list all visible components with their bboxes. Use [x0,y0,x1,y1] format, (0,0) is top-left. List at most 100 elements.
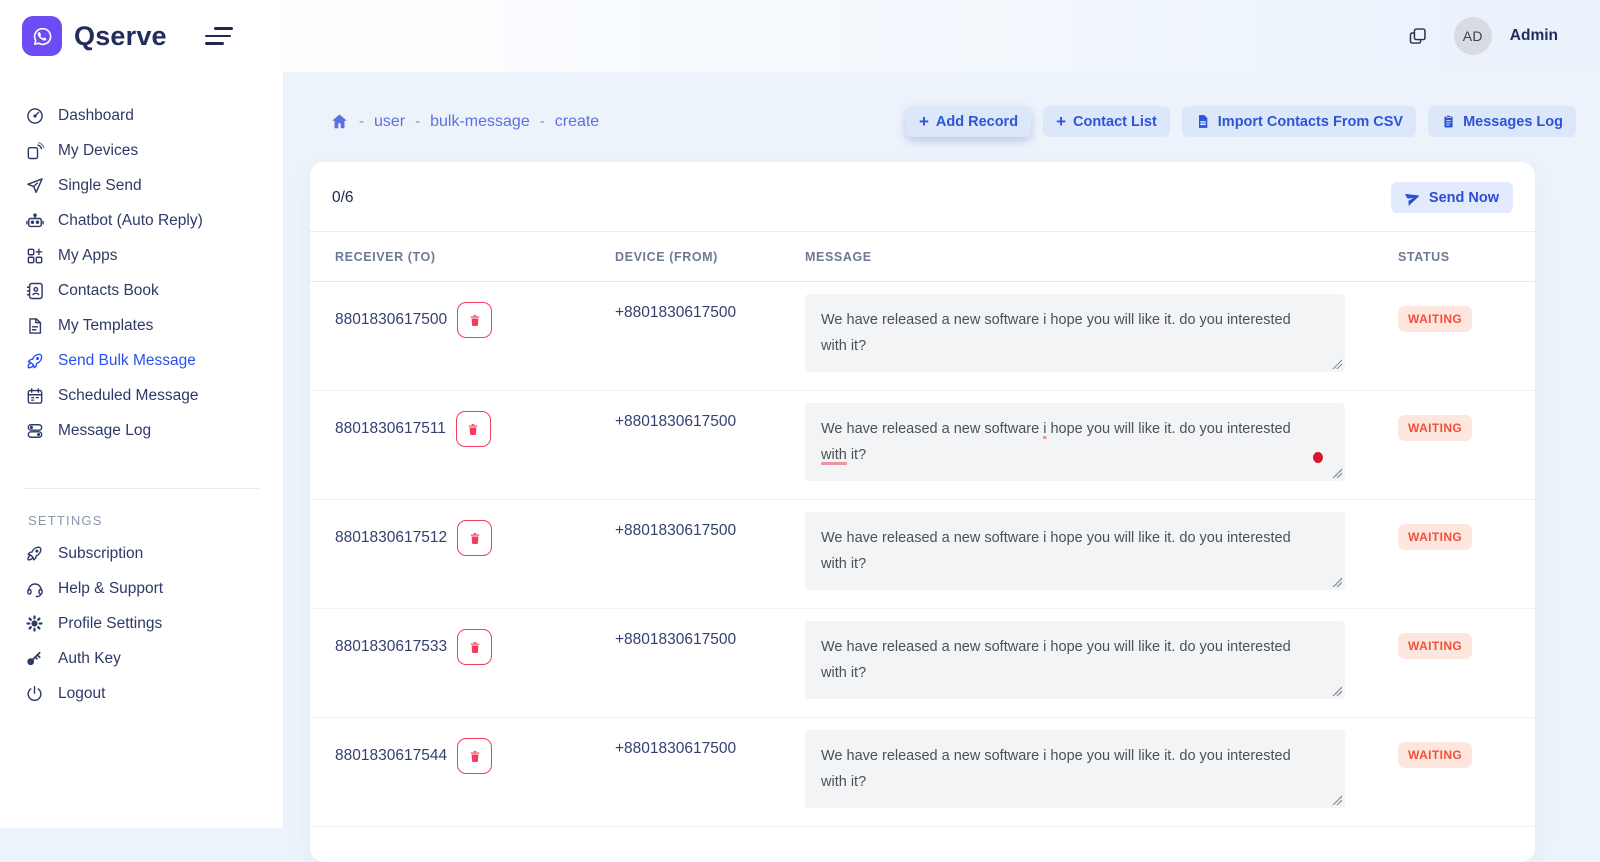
sidebar-item-profile-settings[interactable]: Profile Settings [0,606,283,641]
receiver-number: 8801830617500 [335,311,447,329]
delete-row-button[interactable] [457,520,492,556]
messages-log-label: Messages Log [1463,114,1563,130]
status-badge: WAITING [1398,524,1472,550]
delete-row-button[interactable] [456,411,491,447]
sidebar-item-my-devices[interactable]: My Devices [0,133,283,168]
sidebar-item-logout[interactable]: Logout [0,676,283,711]
home-icon[interactable] [330,112,349,131]
receiver-number: 8801830617511 [335,420,446,438]
sidebar-item-label: Chatbot (Auto Reply) [58,212,203,230]
device-number: +8801830617500 [615,728,805,808]
message-textarea[interactable]: We have released a new software i hope y… [805,730,1345,808]
message-textarea[interactable]: We have released a new software i hope y… [805,294,1345,372]
sidebar-item-label: Dashboard [58,107,134,125]
template-file-icon [24,315,45,336]
add-record-label: Add Record [936,114,1018,130]
power-icon [24,683,45,704]
sidebar-item-chatbot[interactable]: Chatbot (Auto Reply) [0,203,283,238]
sidebar-toggle-icon[interactable] [205,27,233,45]
table-body: 8801830617500 +8801830617500 We have rel… [310,282,1535,827]
message-textarea[interactable]: We have released a new software i hope y… [805,621,1345,699]
sidebar-item-label: Contacts Book [58,282,159,300]
sidebar-item-label: Profile Settings [58,615,162,633]
messages-log-button[interactable]: Messages Log [1428,106,1576,137]
calendar-icon [24,385,45,406]
breadcrumb-separator: - [540,113,545,130]
brand-name: Qserve [74,21,167,52]
sidebar-item-dashboard[interactable]: Dashboard [0,98,283,133]
breadcrumb-item-create[interactable]: create [555,113,599,131]
robot-icon [24,210,45,231]
sidebar-item-single-send[interactable]: Single Send [0,168,283,203]
device-number: +8801830617500 [615,401,805,481]
plus-icon: + [919,113,929,130]
sidebar-item-label: Logout [58,685,105,703]
user-name[interactable]: Admin [1510,27,1558,45]
sidebar-item-my-apps[interactable]: My Apps [0,238,283,273]
sidebar-item-send-bulk-message[interactable]: Send Bulk Message [0,343,283,378]
send-now-label: Send Now [1429,190,1499,206]
status-badge: WAITING [1398,306,1472,332]
svg-text:CSV: CSV [1200,121,1207,125]
sidebar-item-scheduled-message[interactable]: Scheduled Message [0,378,283,413]
breadcrumb-separator: - [415,113,420,130]
settings-section-label: SETTINGS [28,513,283,528]
breadcrumb-item-user[interactable]: user [374,113,405,131]
whatsapp-logo-icon [22,16,62,56]
device-number: +8801830617500 [615,510,805,590]
csv-file-icon: CSV [1195,113,1211,130]
delete-row-button[interactable] [457,302,492,338]
send-now-button[interactable]: Send Now [1391,182,1513,213]
fullscreen-windows-icon[interactable] [1407,26,1428,47]
message-textarea[interactable]: We have released a new software i hope y… [805,512,1345,590]
bulk-message-card: 0/6 Send Now RECEIVER (TO) DEVICE (FROM)… [310,162,1535,862]
table-row: 8801830617512 +8801830617500 We have rel… [310,500,1535,609]
delete-row-button[interactable] [457,738,492,774]
import-contacts-label: Import Contacts From CSV [1218,114,1403,130]
gear-icon [24,613,45,634]
contact-list-button[interactable]: + Contact List [1043,106,1170,137]
sidebar-item-contacts-book[interactable]: Contacts Book [0,273,283,308]
apps-grid-plus-icon [24,245,45,266]
main-content: - user - bulk-message - create + Add Rec… [283,72,1600,828]
headset-icon [24,578,45,599]
breadcrumb: - user - bulk-message - create [330,112,599,131]
trash-icon [468,531,482,546]
col-header-status: STATUS [1396,250,1535,264]
device-number: +8801830617500 [615,619,805,699]
avatar[interactable]: AD [1454,17,1492,55]
receiver-number: 8801830617544 [335,747,447,765]
paper-plane-icon [24,175,45,196]
sidebar-item-label: Scheduled Message [58,387,198,405]
sidebar-item-help-support[interactable]: Help & Support [0,571,283,606]
brand: Qserve [0,0,283,72]
contact-list-label: Contact List [1073,114,1157,130]
trash-icon [466,422,480,437]
dashboard-gauge-icon [24,105,45,126]
receiver-number: 8801830617512 [335,529,447,547]
sidebar-divider [24,488,259,489]
device-number: +8801830617500 [615,292,805,372]
trash-icon [468,749,482,764]
col-header-device: DEVICE (FROM) [615,250,805,264]
breadcrumb-item-bulk-message[interactable]: bulk-message [430,113,530,131]
sidebar-item-auth-key[interactable]: Auth Key [0,641,283,676]
sidebar-item-subscription[interactable]: Subscription [0,536,283,571]
progress-counter: 0/6 [332,189,354,207]
table-row: 8801830617511 +8801830617500 We have rel… [310,391,1535,500]
sidebar-item-label: Send Bulk Message [58,352,196,370]
sidebar-item-label: Auth Key [58,650,121,668]
sidebar-item-my-templates[interactable]: My Templates [0,308,283,343]
add-record-button[interactable]: + Add Record [906,106,1031,137]
import-contacts-csv-button[interactable]: CSV Import Contacts From CSV [1182,106,1416,137]
clipboard-icon [1441,113,1456,130]
sidebar-item-label: My Templates [58,317,153,335]
sidebar-item-label: Help & Support [58,580,163,598]
sidebar-item-label: My Apps [58,247,117,265]
sidebar-item-message-log[interactable]: Message Log [0,413,283,448]
rocket-icon [24,543,45,564]
delete-row-button[interactable] [457,629,492,665]
key-icon [24,648,45,669]
breadcrumb-separator: - [359,113,364,130]
message-textarea[interactable]: We have released a new software i hope y… [805,403,1345,481]
